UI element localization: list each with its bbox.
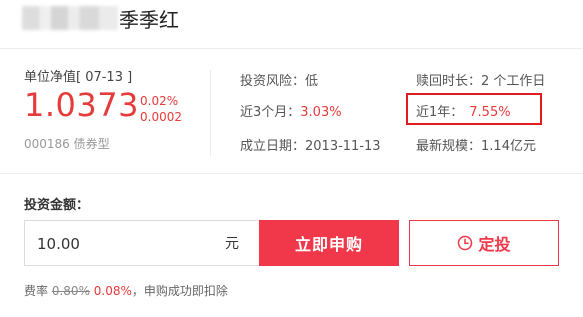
risk-value: 低 <box>305 74 319 89</box>
amount-unit: 元 <box>225 236 239 252</box>
amount-input[interactable] <box>35 221 199 267</box>
sip-button[interactable]: 定投 <box>409 220 559 266</box>
amount-field: 元 <box>24 220 262 267</box>
size-value: 1.14亿元 <box>481 139 536 154</box>
redeem-value: 2 个工作日 <box>481 74 546 89</box>
inception-value: 2013-11-13 <box>305 139 381 154</box>
size-label: 最新规模： <box>416 139 482 154</box>
fund-code-type: 000186 债券型 <box>24 137 110 151</box>
fee-discounted: 0.08% <box>93 284 132 298</box>
invest-amount-label: 投资金额： <box>24 198 90 213</box>
nav-change-abs: 0.0002 <box>140 110 182 124</box>
sip-label: 定投 <box>478 235 511 254</box>
y1-highlight-box <box>406 93 542 125</box>
section-divider <box>0 173 583 174</box>
nav-label: 单位净值[ 07-13 ] <box>24 70 133 85</box>
fee-note: ，申购成功即扣除 <box>131 284 228 298</box>
buy-now-button[interactable]: 立即申购 <box>259 220 399 266</box>
risk-row: 投资风险：低 <box>240 70 318 89</box>
redeem-row: 赎回时长：2 个工作日 <box>416 70 545 89</box>
fund-name: 季季红 <box>119 8 179 32</box>
blurred-fund-prefix <box>22 6 118 30</box>
m3-row: 近3个月：3.03% <box>240 101 342 120</box>
header-divider <box>0 48 583 49</box>
risk-label: 投资风险： <box>240 74 306 89</box>
fee-label: 费率 <box>24 284 49 298</box>
inception-row: 成立日期：2013-11-13 <box>240 135 381 154</box>
m3-label: 近3个月： <box>240 105 301 120</box>
clock-icon <box>457 235 473 251</box>
redeem-label: 赎回时长： <box>416 74 482 89</box>
m3-value: 3.03% <box>300 105 342 120</box>
vertical-divider <box>210 70 211 156</box>
inception-label: 成立日期： <box>240 139 306 154</box>
fee-original: 0.80% <box>51 284 90 298</box>
size-row: 最新规模：1.14亿元 <box>416 135 536 154</box>
nav-change-pct: 0.02% <box>140 94 179 108</box>
fee-line: 费率 0.80% 0.08%，申购成功即扣除 <box>24 282 228 299</box>
nav-value: 1.0373 <box>24 86 139 124</box>
